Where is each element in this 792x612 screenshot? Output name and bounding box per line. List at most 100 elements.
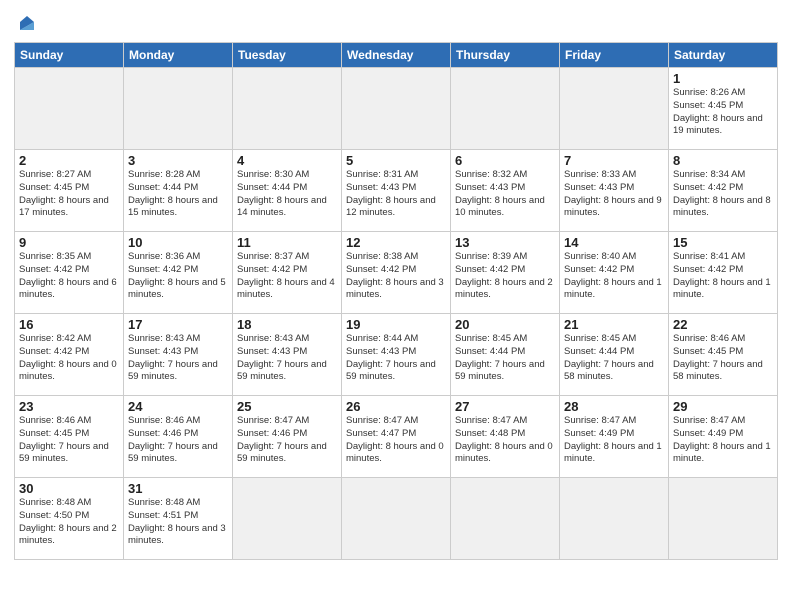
day-number: 23 (19, 399, 119, 414)
day-info: Sunrise: 8:31 AMSunset: 4:43 PMDaylight:… (346, 169, 446, 220)
calendar-cell-4: 4Sunrise: 8:30 AMSunset: 4:44 PMDaylight… (233, 150, 342, 232)
day-info: Sunrise: 8:28 AMSunset: 4:44 PMDaylight:… (128, 169, 228, 220)
col-header-friday: Friday (560, 43, 669, 68)
calendar-header-row: SundayMondayTuesdayWednesdayThursdayFrid… (15, 43, 778, 68)
day-number: 28 (564, 399, 664, 414)
day-info: Sunrise: 8:36 AMSunset: 4:42 PMDaylight:… (128, 251, 228, 302)
calendar-cell-12: 12Sunrise: 8:38 AMSunset: 4:42 PMDayligh… (342, 232, 451, 314)
col-header-monday: Monday (124, 43, 233, 68)
day-info: Sunrise: 8:46 AMSunset: 4:45 PMDaylight:… (673, 333, 773, 384)
col-header-tuesday: Tuesday (233, 43, 342, 68)
calendar-week-0: 1Sunrise: 8:26 AMSunset: 4:45 PMDaylight… (15, 68, 778, 150)
day-info: Sunrise: 8:48 AMSunset: 4:51 PMDaylight:… (128, 497, 228, 548)
day-info: Sunrise: 8:42 AMSunset: 4:42 PMDaylight:… (19, 333, 119, 384)
calendar-page: SundayMondayTuesdayWednesdayThursdayFrid… (0, 0, 792, 612)
calendar-cell-29: 29Sunrise: 8:47 AMSunset: 4:49 PMDayligh… (669, 396, 778, 478)
calendar-cell-15: 15Sunrise: 8:41 AMSunset: 4:42 PMDayligh… (669, 232, 778, 314)
day-number: 10 (128, 235, 228, 250)
calendar-cell-30: 30Sunrise: 8:48 AMSunset: 4:50 PMDayligh… (15, 478, 124, 560)
day-number: 24 (128, 399, 228, 414)
calendar-cell-9: 9Sunrise: 8:35 AMSunset: 4:42 PMDaylight… (15, 232, 124, 314)
day-info: Sunrise: 8:44 AMSunset: 4:43 PMDaylight:… (346, 333, 446, 384)
calendar-cell-empty (233, 478, 342, 560)
logo (14, 12, 38, 34)
day-number: 14 (564, 235, 664, 250)
calendar-cell-14: 14Sunrise: 8:40 AMSunset: 4:42 PMDayligh… (560, 232, 669, 314)
calendar-cell-16: 16Sunrise: 8:42 AMSunset: 4:42 PMDayligh… (15, 314, 124, 396)
calendar-cell-6: 6Sunrise: 8:32 AMSunset: 4:43 PMDaylight… (451, 150, 560, 232)
calendar-cell-22: 22Sunrise: 8:46 AMSunset: 4:45 PMDayligh… (669, 314, 778, 396)
calendar-cell-21: 21Sunrise: 8:45 AMSunset: 4:44 PMDayligh… (560, 314, 669, 396)
day-number: 20 (455, 317, 555, 332)
calendar-cell-empty (451, 478, 560, 560)
day-info: Sunrise: 8:26 AMSunset: 4:45 PMDaylight:… (673, 87, 773, 138)
day-number: 16 (19, 317, 119, 332)
day-info: Sunrise: 8:34 AMSunset: 4:42 PMDaylight:… (673, 169, 773, 220)
day-info: Sunrise: 8:45 AMSunset: 4:44 PMDaylight:… (564, 333, 664, 384)
calendar-cell-23: 23Sunrise: 8:46 AMSunset: 4:45 PMDayligh… (15, 396, 124, 478)
day-number: 12 (346, 235, 446, 250)
calendar-cell-1: 1Sunrise: 8:26 AMSunset: 4:45 PMDaylight… (669, 68, 778, 150)
day-info: Sunrise: 8:32 AMSunset: 4:43 PMDaylight:… (455, 169, 555, 220)
calendar-cell-3: 3Sunrise: 8:28 AMSunset: 4:44 PMDaylight… (124, 150, 233, 232)
day-number: 26 (346, 399, 446, 414)
calendar-cell-11: 11Sunrise: 8:37 AMSunset: 4:42 PMDayligh… (233, 232, 342, 314)
calendar-cell-empty (124, 68, 233, 150)
day-number: 15 (673, 235, 773, 250)
day-info: Sunrise: 8:47 AMSunset: 4:49 PMDaylight:… (564, 415, 664, 466)
day-info: Sunrise: 8:46 AMSunset: 4:46 PMDaylight:… (128, 415, 228, 466)
calendar-cell-empty (15, 68, 124, 150)
day-number: 1 (673, 71, 773, 86)
day-number: 11 (237, 235, 337, 250)
day-number: 6 (455, 153, 555, 168)
day-number: 31 (128, 481, 228, 496)
day-info: Sunrise: 8:41 AMSunset: 4:42 PMDaylight:… (673, 251, 773, 302)
day-number: 19 (346, 317, 446, 332)
day-number: 21 (564, 317, 664, 332)
calendar-cell-2: 2Sunrise: 8:27 AMSunset: 4:45 PMDaylight… (15, 150, 124, 232)
day-number: 30 (19, 481, 119, 496)
day-number: 2 (19, 153, 119, 168)
day-info: Sunrise: 8:47 AMSunset: 4:46 PMDaylight:… (237, 415, 337, 466)
day-info: Sunrise: 8:48 AMSunset: 4:50 PMDaylight:… (19, 497, 119, 548)
day-number: 9 (19, 235, 119, 250)
day-number: 18 (237, 317, 337, 332)
calendar-cell-7: 7Sunrise: 8:33 AMSunset: 4:43 PMDaylight… (560, 150, 669, 232)
day-info: Sunrise: 8:27 AMSunset: 4:45 PMDaylight:… (19, 169, 119, 220)
calendar-cell-19: 19Sunrise: 8:44 AMSunset: 4:43 PMDayligh… (342, 314, 451, 396)
calendar-cell-18: 18Sunrise: 8:43 AMSunset: 4:43 PMDayligh… (233, 314, 342, 396)
col-header-wednesday: Wednesday (342, 43, 451, 68)
day-info: Sunrise: 8:45 AMSunset: 4:44 PMDaylight:… (455, 333, 555, 384)
calendar-cell-empty (342, 478, 451, 560)
calendar-cell-5: 5Sunrise: 8:31 AMSunset: 4:43 PMDaylight… (342, 150, 451, 232)
day-info: Sunrise: 8:43 AMSunset: 4:43 PMDaylight:… (128, 333, 228, 384)
calendar-week-4: 23Sunrise: 8:46 AMSunset: 4:45 PMDayligh… (15, 396, 778, 478)
calendar-cell-empty (342, 68, 451, 150)
day-info: Sunrise: 8:33 AMSunset: 4:43 PMDaylight:… (564, 169, 664, 220)
calendar-cell-31: 31Sunrise: 8:48 AMSunset: 4:51 PMDayligh… (124, 478, 233, 560)
calendar-cell-8: 8Sunrise: 8:34 AMSunset: 4:42 PMDaylight… (669, 150, 778, 232)
header (14, 12, 778, 34)
day-info: Sunrise: 8:47 AMSunset: 4:47 PMDaylight:… (346, 415, 446, 466)
day-info: Sunrise: 8:37 AMSunset: 4:42 PMDaylight:… (237, 251, 337, 302)
calendar-cell-empty (451, 68, 560, 150)
day-number: 22 (673, 317, 773, 332)
calendar-week-2: 9Sunrise: 8:35 AMSunset: 4:42 PMDaylight… (15, 232, 778, 314)
col-header-saturday: Saturday (669, 43, 778, 68)
calendar-cell-28: 28Sunrise: 8:47 AMSunset: 4:49 PMDayligh… (560, 396, 669, 478)
calendar-cell-empty (560, 478, 669, 560)
day-info: Sunrise: 8:40 AMSunset: 4:42 PMDaylight:… (564, 251, 664, 302)
calendar-cell-empty (233, 68, 342, 150)
day-number: 27 (455, 399, 555, 414)
day-info: Sunrise: 8:47 AMSunset: 4:49 PMDaylight:… (673, 415, 773, 466)
day-number: 25 (237, 399, 337, 414)
day-number: 13 (455, 235, 555, 250)
calendar-cell-13: 13Sunrise: 8:39 AMSunset: 4:42 PMDayligh… (451, 232, 560, 314)
calendar-cell-17: 17Sunrise: 8:43 AMSunset: 4:43 PMDayligh… (124, 314, 233, 396)
day-info: Sunrise: 8:30 AMSunset: 4:44 PMDaylight:… (237, 169, 337, 220)
calendar-table: SundayMondayTuesdayWednesdayThursdayFrid… (14, 42, 778, 560)
calendar-week-5: 30Sunrise: 8:48 AMSunset: 4:50 PMDayligh… (15, 478, 778, 560)
calendar-cell-empty (560, 68, 669, 150)
calendar-week-3: 16Sunrise: 8:42 AMSunset: 4:42 PMDayligh… (15, 314, 778, 396)
col-header-thursday: Thursday (451, 43, 560, 68)
